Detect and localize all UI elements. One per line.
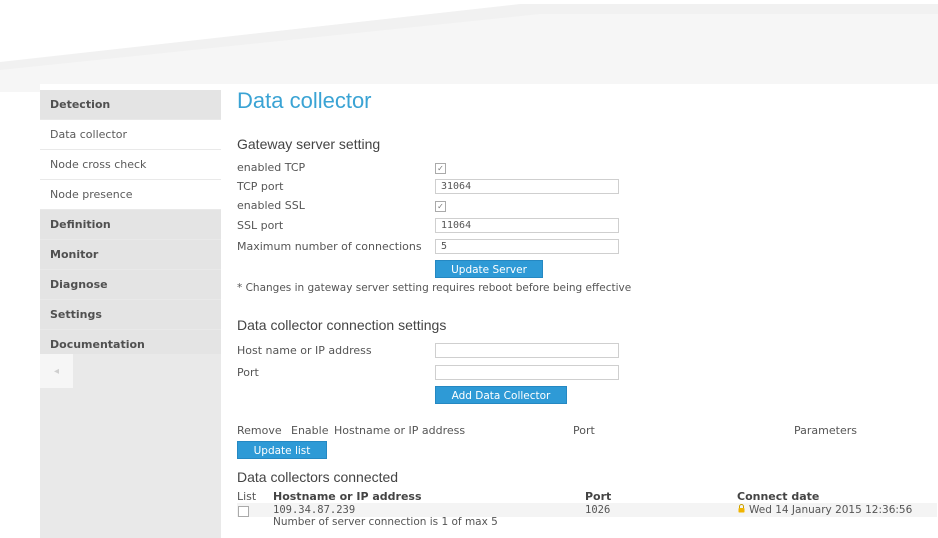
sidebar-item-monitor[interactable]: Monitor bbox=[40, 240, 221, 270]
column-connected-port: Port bbox=[585, 490, 612, 503]
ssl-port-label: SSL port bbox=[237, 219, 284, 232]
column-enable: Enable bbox=[291, 424, 329, 437]
sidebar-item-data-collector[interactable]: Data collector bbox=[40, 120, 221, 150]
host-label: Host name or IP address bbox=[237, 344, 372, 357]
enabled-ssl-label: enabled SSL bbox=[237, 199, 305, 212]
max-connections-field[interactable]: 5 bbox=[435, 239, 619, 254]
sidebar-filler: ◂ bbox=[40, 354, 221, 538]
enabled-tcp-checkbox[interactable]: ✓ bbox=[435, 163, 446, 174]
sidebar-item-node-cross-check[interactable]: Node cross check bbox=[40, 150, 221, 180]
connected-heading: Data collectors connected bbox=[237, 469, 399, 485]
connection-count-note: Number of server connection is 1 of max … bbox=[273, 516, 498, 528]
connected-port: 1026 bbox=[585, 504, 611, 516]
sidebar-item-settings[interactable]: Settings bbox=[40, 300, 221, 330]
reboot-note: * Changes in gateway server setting requ… bbox=[237, 282, 632, 294]
update-server-button[interactable]: Update Server bbox=[435, 260, 543, 278]
host-field[interactable] bbox=[435, 343, 619, 358]
port-field[interactable] bbox=[435, 365, 619, 380]
gateway-heading: Gateway server setting bbox=[237, 136, 381, 152]
ssl-port-field[interactable]: 11064 bbox=[435, 218, 619, 233]
add-data-collector-button[interactable]: Add Data Collector bbox=[435, 386, 567, 404]
main-content: Data collector Gateway server setting en… bbox=[237, 84, 937, 538]
sidebar-item-diagnose[interactable]: Diagnose bbox=[40, 270, 221, 300]
lock-icon bbox=[738, 504, 745, 513]
app-body: Detection Data collector Node cross chec… bbox=[40, 84, 938, 538]
chevron-left-icon: ◂ bbox=[53, 365, 60, 377]
header-banner bbox=[0, 0, 938, 92]
column-parameters: Parameters bbox=[794, 424, 857, 437]
sidebar-item-definition[interactable]: Definition bbox=[40, 210, 221, 240]
column-port: Port bbox=[573, 424, 595, 437]
sidebar-item-node-presence[interactable]: Node presence bbox=[40, 180, 221, 210]
tcp-port-label: TCP port bbox=[237, 180, 284, 193]
enabled-tcp-label: enabled TCP bbox=[237, 161, 306, 174]
page-title: Data collector bbox=[237, 88, 372, 113]
connected-host: 109.34.87.239 bbox=[273, 504, 356, 516]
update-list-button[interactable]: Update list bbox=[237, 441, 327, 459]
column-list: List bbox=[237, 490, 257, 503]
column-connected-hostname: Hostname or IP address bbox=[273, 490, 422, 503]
max-connections-label: Maximum number of connections bbox=[237, 240, 422, 253]
list-checkbox[interactable] bbox=[238, 506, 249, 517]
column-remove: Remove bbox=[237, 424, 282, 437]
check-icon: ✓ bbox=[437, 164, 444, 173]
column-connect-date: Connect date bbox=[737, 490, 820, 503]
check-icon: ✓ bbox=[437, 202, 444, 211]
connection-heading: Data collector connection settings bbox=[237, 317, 447, 333]
enabled-ssl-checkbox[interactable]: ✓ bbox=[435, 201, 446, 212]
sidebar-nav: Detection Data collector Node cross chec… bbox=[40, 90, 221, 360]
sidebar-item-detection[interactable]: Detection bbox=[40, 90, 221, 120]
column-hostname: Hostname or IP address bbox=[334, 424, 466, 437]
connect-date: Wed 14 January 2015 12:36:56 bbox=[749, 504, 913, 516]
port-label: Port bbox=[237, 366, 259, 379]
collapse-sidebar-button[interactable]: ◂ bbox=[40, 354, 73, 388]
tcp-port-field[interactable]: 31064 bbox=[435, 179, 619, 194]
